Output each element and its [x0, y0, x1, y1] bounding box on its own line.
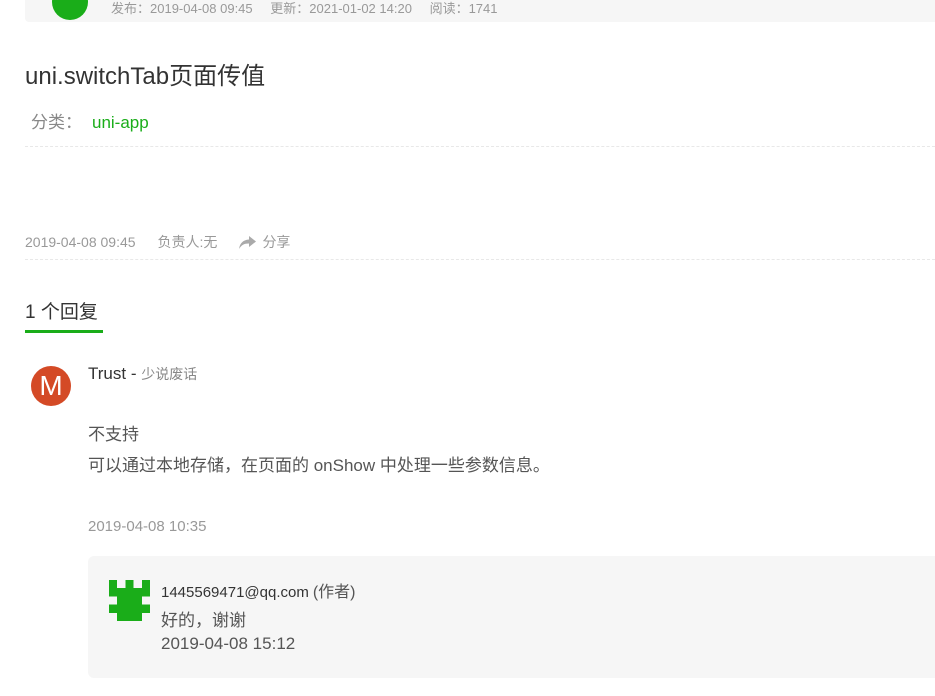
author-tag: (作者): [312, 584, 356, 601]
sub-reply-text: 好的，谢谢: [161, 611, 246, 630]
updated-time: 更新：2021-01-02 14:20: [270, 1, 412, 16]
question-date: 2019-04-08 09:45: [25, 234, 136, 250]
reply-line: 可以通过本地存储，在页面的 onShow 中处理一些参数信息。: [88, 456, 550, 475]
view-count: 阅读：1741: [429, 1, 498, 16]
category-label: 分类：: [31, 113, 82, 132]
divider: [25, 259, 935, 260]
asker-avatar[interactable]: [52, 0, 88, 20]
reply-avatar[interactable]: M: [31, 366, 71, 406]
sub-reply: 1445569471@qq.com (作者) 好的，谢谢 2019-04-08 1…: [88, 556, 935, 678]
author-separator: -: [126, 364, 142, 383]
reply-line: 不支持: [88, 425, 139, 444]
reply-author-name[interactable]: Trust: [88, 364, 126, 383]
question-owner: 负责人:无: [157, 234, 218, 250]
replies-tab-indicator: [25, 330, 103, 333]
category-link[interactable]: uni-app: [92, 113, 149, 132]
replies-count-heading: 1 个回复: [25, 302, 98, 323]
author-motto: 少说废话: [141, 366, 198, 382]
sub-reply-avatar[interactable]: [109, 580, 150, 621]
question-title: uni.switchTab页面传值: [25, 63, 266, 90]
question-category: 分类： uni-app: [31, 108, 149, 133]
question-meta-bar: 发布：2019-04-08 09:45 更新：2021-01-02 14:20 …: [25, 0, 935, 22]
sub-reply-author-line: 1445569471@qq.com (作者): [161, 578, 356, 602]
sub-reply-date: 2019-04-08 15:12: [161, 634, 296, 653]
reply-date: 2019-04-08 10:35: [88, 518, 207, 535]
question-footer: 2019-04-08 09:45 负责人:无 分享: [25, 232, 290, 252]
share-arrow-icon: [239, 235, 257, 249]
sub-reply-author[interactable]: 1445569471@qq.com: [161, 584, 309, 601]
share-button[interactable]: 分享: [239, 232, 290, 252]
share-label: 分享: [262, 234, 291, 250]
reply-author-line: Trust - 少说废话: [88, 364, 197, 384]
divider: [25, 146, 935, 147]
reply-content: 不支持 可以通过本地存储，在页面的 onShow 中处理一些参数信息。: [88, 419, 550, 481]
published-time: 发布：2019-04-08 09:45: [111, 1, 253, 16]
question-stats: 发布：2019-04-08 09:45 更新：2021-01-02 14:20 …: [111, 0, 511, 17]
